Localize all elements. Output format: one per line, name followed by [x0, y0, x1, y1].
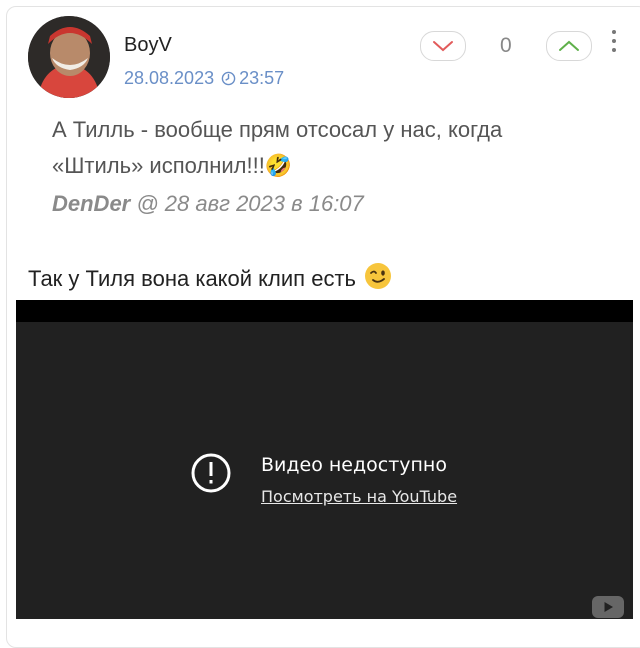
post-date: 28.08.2023: [124, 68, 215, 88]
kebab-menu-icon[interactable]: [610, 30, 618, 60]
quote-text: А Тилль - вообще прям отсосал у нас, ког…: [52, 117, 503, 178]
video-unavailable-title: Видео недоступно: [261, 454, 447, 476]
quote-author[interactable]: DenDer: [52, 191, 130, 216]
downvote-button[interactable]: [420, 31, 466, 61]
watch-on-youtube-link[interactable]: Посмотреть на YouTube: [261, 487, 457, 506]
quote-source: DenDer @ 28 авг 2023 в 16:07: [52, 191, 364, 217]
author-name[interactable]: BoyV: [124, 34, 172, 57]
wink-emoji: [364, 262, 392, 296]
avatar[interactable]: [28, 16, 110, 98]
clock-icon: [221, 71, 236, 86]
chevron-up-icon: [559, 40, 579, 51]
comment-body: Так у Тиля вона какой клип есть: [28, 266, 356, 291]
quote-date[interactable]: @ 28 авг 2023 в 16:07: [130, 191, 363, 216]
video-top-bar: [16, 300, 633, 322]
comment-text: Так у Тиля вона какой клип есть: [28, 262, 392, 296]
post-time: 23:57: [239, 68, 285, 88]
upvote-button[interactable]: [546, 31, 592, 61]
chevron-down-icon: [433, 41, 453, 52]
alert-circle-icon: [190, 452, 232, 494]
post-timestamp[interactable]: 28.08.2023 23:57: [124, 68, 284, 89]
score-value: 0: [500, 34, 512, 57]
